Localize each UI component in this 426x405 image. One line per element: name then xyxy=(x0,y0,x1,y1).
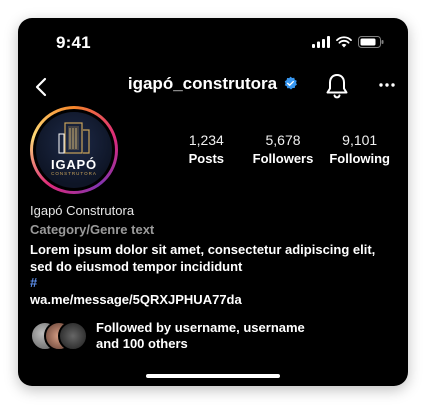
stat-posts-label: Posts xyxy=(188,151,225,166)
stat-following-count: 9,101 xyxy=(342,132,378,148)
stat-followers[interactable]: 5,678 Followers xyxy=(245,132,322,166)
bio-link[interactable]: wa.me/message/5QRXJPHUA77da xyxy=(30,292,400,307)
status-icons xyxy=(312,36,384,48)
phone-screen: 9:41 igapó_construtora IGAPÓ CONSTRUTORA… xyxy=(18,18,408,386)
home-indicator[interactable] xyxy=(146,374,280,378)
followed-by-row[interactable]: Followed by username, username and 100 o… xyxy=(30,319,400,351)
stat-posts-count: 1,234 xyxy=(188,132,224,148)
more-options-icon[interactable] xyxy=(378,76,396,94)
verified-badge-icon xyxy=(284,76,298,90)
wifi-icon xyxy=(336,36,352,48)
followed-by-line-2: and 100 others xyxy=(96,336,188,351)
category-label: Category/Genre text xyxy=(30,222,155,237)
avatar-border: IGAPÓ CONSTRUTORA xyxy=(33,109,115,191)
stat-followers-count: 5,678 xyxy=(265,132,301,148)
follower-avatar xyxy=(58,321,88,351)
profile-header: igapó_construtora xyxy=(18,70,408,106)
cellular-signal-icon xyxy=(312,36,330,48)
bio-text: Lorem ipsum dolor sit amet, consectetur … xyxy=(30,242,376,274)
status-time: 9:41 xyxy=(56,33,91,52)
bell-icon[interactable] xyxy=(324,72,350,100)
display-name: Igapó Construtora xyxy=(30,203,135,218)
stat-posts[interactable]: 1,234 Posts xyxy=(168,132,245,166)
followed-by-text: Followed by username, username and 100 o… xyxy=(96,320,305,352)
logo-tagline: CONSTRUTORA xyxy=(51,171,97,176)
followed-by-line-1: Followed by username, username xyxy=(96,320,305,335)
building-logo-icon xyxy=(58,122,90,154)
avatar: IGAPÓ CONSTRUTORA xyxy=(36,112,112,188)
avatar-story-ring[interactable]: IGAPÓ CONSTRUTORA xyxy=(30,106,118,194)
stat-following-label: Following xyxy=(329,151,390,166)
logo-wordmark: IGAPÓ xyxy=(51,157,97,172)
battery-icon xyxy=(358,36,384,48)
status-bar: 9:41 xyxy=(18,18,408,66)
bio-hashtag[interactable]: # xyxy=(30,275,400,290)
profile-bio: Igapó Construtora Category/Genre text Lo… xyxy=(30,203,400,307)
profile-stats: 1,234 Posts 5,678 Followers 9,101 Follow… xyxy=(168,132,398,166)
stat-followers-label: Followers xyxy=(252,151,314,166)
stat-following[interactable]: 9,101 Following xyxy=(321,132,398,166)
profile-username: igapó_construtora xyxy=(127,74,278,93)
